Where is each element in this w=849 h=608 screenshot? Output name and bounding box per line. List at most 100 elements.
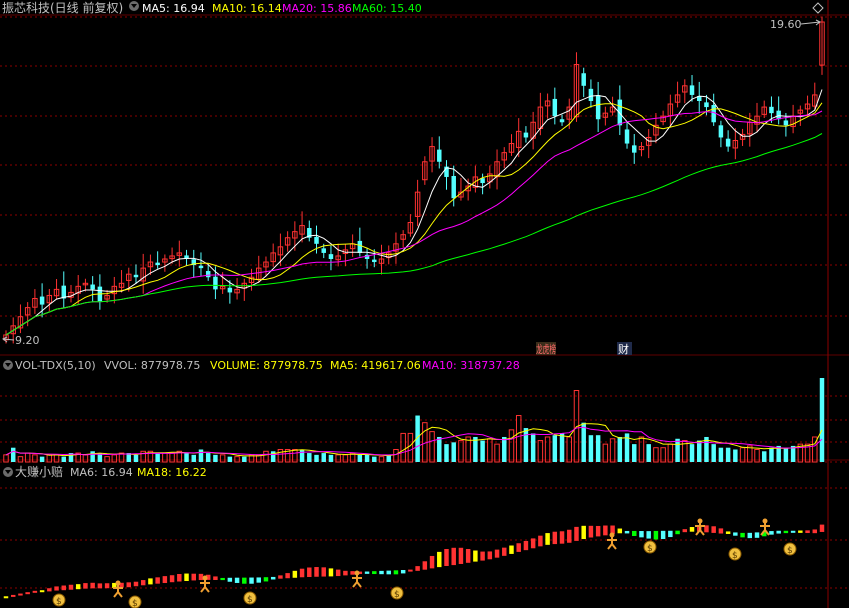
candle-down [559,119,565,123]
money-bag-icon-glyph: $ [132,599,138,608]
volume-bar-down [198,449,204,462]
person-icon [607,537,617,550]
candle-down [437,149,442,162]
volume-bar-down [581,422,586,462]
volume-bar-up [335,454,341,463]
candle-down [357,240,363,253]
volume-bar-down [314,454,319,462]
volume-bar-down [191,454,196,462]
volume-bar-down [697,440,702,462]
volume-bar-up [17,456,24,463]
person-icon-head [354,570,360,576]
volume-bar-down [133,454,139,462]
candle-down [769,106,774,114]
candle-down [198,265,204,269]
ma18-label: MA18: 16.22 [137,466,207,479]
indicator-panel-title[interactable]: 大赚小赔 [15,464,63,479]
volume-bar-down [364,454,370,462]
candle-down [689,85,695,95]
candle-down [783,120,789,126]
volume-bar-down [675,438,680,462]
diamond-icon[interactable] [812,2,824,14]
volume-bar-up [458,440,464,463]
volume-bar-down [205,453,211,462]
candle-down [624,129,630,144]
volume-bar-down [321,453,326,462]
volume-bar-down [502,436,507,462]
volume-bar-up [24,452,31,463]
money-bag-icon-glyph: $ [56,597,62,607]
person-icon-head [762,518,768,524]
volume-bar-up [465,436,471,463]
ma20-line [5,110,823,336]
volume-bar-down [61,456,67,462]
volume-bar-down [242,456,247,462]
person-icon-head [202,575,208,581]
price-panel-menu-icon[interactable] [129,1,139,11]
finance-marker[interactable]: 财 [618,342,629,356]
person-icon [352,575,362,588]
volume-bar-up [53,454,60,463]
volume-bar-up [407,432,414,463]
low-price-label: 9.20 [15,334,40,347]
ma6-label: MA6: 16.94 [70,466,133,479]
candle-down [314,236,319,244]
moving-average-lines [5,89,823,336]
grid-lines [0,0,849,608]
volume-bar-down [437,436,442,462]
volume-bar-down [307,453,312,462]
volume-bar-down [632,444,637,462]
volume-bar-up [82,454,89,463]
volume-panel-title[interactable]: VOL-TDX(5,10) [15,359,96,372]
money-bag-icon-glyph: $ [247,595,253,605]
volume-bar-down [473,436,478,462]
volume-bar-up [400,432,406,463]
volume-bar-up [667,443,674,463]
price-panel-title[interactable]: 振芯科技(日线 前复权) [2,0,123,15]
person-icon-head [115,580,121,586]
volume-bar-down [617,436,623,462]
volume-bar-up [638,436,645,463]
volume-bar-down [733,449,738,462]
volume-bar-up [544,436,551,463]
dragon-tiger-marker[interactable]: 龙虎榜 [536,342,556,356]
volume-bar-down [328,454,334,462]
ma60-label: MA60: 15.40 [352,2,422,15]
volume-bar-down [783,447,789,462]
volume-bar-down [10,447,16,462]
volume-bar-down [718,447,724,462]
candle-down [133,274,139,278]
volume-ma5-label: MA5: 419617.06 [330,359,421,372]
volume-bar-up [566,436,572,463]
candle-down [725,138,731,147]
candle-down [581,73,586,86]
ma20-label: MA20: 15.86 [282,2,352,15]
volume-bar-up [219,454,226,463]
ma5-label: MA5: 16.94 [142,2,205,15]
volume-bar-down [227,456,233,462]
volume-bar-down [270,451,276,462]
volume-bar-up [3,454,9,463]
volume-bar-up [342,454,349,463]
volume-bar-down [559,433,565,462]
person-icon [200,580,210,593]
ma10-label: MA10: 16.14 [212,2,282,15]
volume-bar-down [213,454,218,462]
volume-bar-down [155,453,160,462]
volume-bar-up [537,440,544,463]
volume-bar-down [39,456,45,462]
ma10-line [5,102,823,336]
indicator-panel-menu-icon[interactable] [3,467,13,477]
candle-down [588,88,594,101]
candle-down [205,271,211,278]
ma60-line [5,133,823,336]
volume-bar-up [32,454,38,463]
volume-ma10-label: MA10: 318737.28 [422,359,520,372]
candle-down [595,95,601,120]
volume-panel-menu-icon[interactable] [3,360,13,370]
money-bag-icon-glyph: $ [787,546,793,556]
high-price-label: 19.60 [770,18,802,31]
volume-bar-up [602,443,609,463]
volume-bar-down [769,447,774,462]
candle-down [90,284,95,290]
